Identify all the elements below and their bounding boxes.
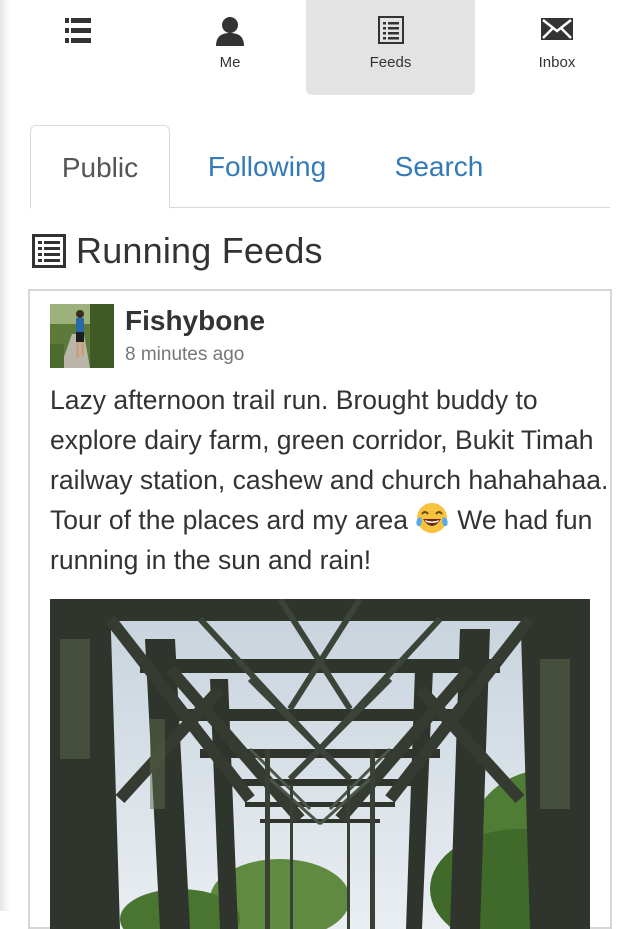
avatar-image <box>50 304 114 368</box>
nav-item-inbox[interactable]: Inbox <box>517 0 597 95</box>
user-icon <box>216 17 244 46</box>
post-author[interactable]: Fishybone <box>125 305 265 337</box>
left-edge-shadow <box>0 0 10 911</box>
post-photo[interactable] <box>50 599 590 929</box>
top-nav: Me Feeds Inbox <box>0 0 640 96</box>
hamburger-icon <box>65 18 91 43</box>
tab-following[interactable]: Following <box>200 125 334 208</box>
section-header: Running Feeds <box>32 229 323 273</box>
feed-tabs: Public Following Search <box>30 125 610 209</box>
nav-label-feeds: Feeds <box>369 54 412 71</box>
avatar[interactable] <box>50 304 114 368</box>
list-icon <box>32 234 66 268</box>
envelope-icon <box>541 18 573 40</box>
page-title: Running Feeds <box>76 230 323 271</box>
post-text: Lazy afternoon trail run. Brought buddy … <box>50 380 610 580</box>
feed-card: Fishybone 8 minutes ago Lazy afternoon t… <box>28 289 612 929</box>
tab-public[interactable]: Public <box>30 125 170 209</box>
nav-label-me: Me <box>219 54 241 71</box>
nav-label-inbox: Inbox <box>538 54 576 71</box>
nav-item-feeds[interactable]: Feeds <box>306 0 475 95</box>
menu-button[interactable] <box>38 0 118 95</box>
list-icon <box>377 16 404 44</box>
post-timestamp: 8 minutes ago <box>125 344 245 365</box>
bridge-photo <box>50 599 590 929</box>
nav-item-me[interactable]: Me <box>190 0 270 95</box>
tab-search[interactable]: Search <box>392 125 486 208</box>
tears-of-joy-emoji-icon <box>416 503 448 533</box>
